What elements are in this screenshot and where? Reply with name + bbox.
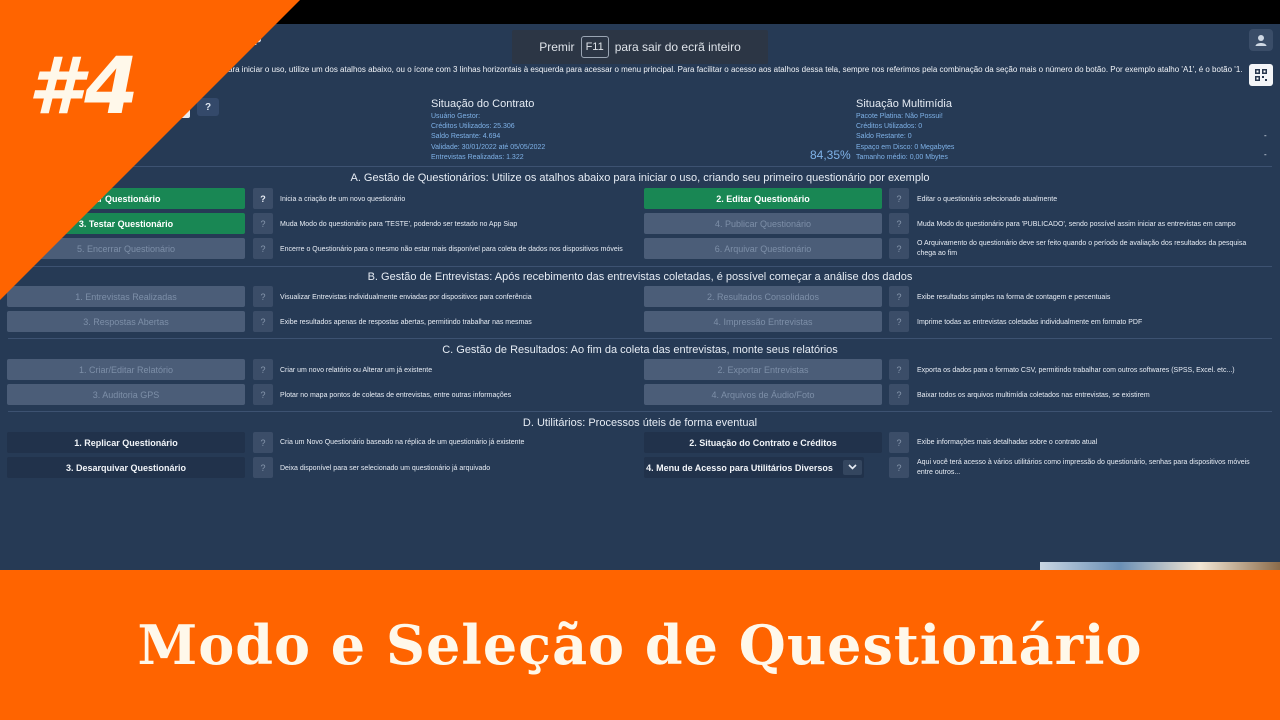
help-button[interactable]: ? [889, 188, 909, 209]
contract-line: Usuário Gestor: [431, 113, 481, 120]
intro-text: ara iniciar o uso, utilize um dos atalho… [228, 65, 1243, 74]
help-button[interactable]: ? [889, 384, 909, 405]
title-banner: Modo e Seleção de Questionário [0, 570, 1280, 720]
description: Editar o questionário selecionado atualm… [917, 196, 1058, 203]
open-answers-button[interactable]: 3. Respostas Abertas [7, 311, 245, 332]
multimedia-status-title: Situação Multimídia [856, 98, 952, 110]
multimedia-status: Situação Multimídia Pacote Platina: Não … [856, 98, 954, 163]
help-button[interactable]: ? [889, 432, 909, 453]
unarchive-questionnaire-button[interactable]: 3. Desarquivar Questionário [7, 457, 245, 478]
media-files-button[interactable]: 4. Arquivos de Áudio/Foto [644, 384, 882, 405]
section-c-title: C. Gestão de Resultados: Ao fim da colet… [442, 344, 838, 356]
description: Exibe resultados apenas de respostas abe… [280, 319, 532, 326]
help-button[interactable]: ? [889, 457, 909, 478]
description: Exporta os dados para o formato CSV, per… [917, 367, 1235, 374]
contract-percent: 84,35% [810, 148, 851, 162]
f11-key: F11 [580, 36, 609, 58]
help-button[interactable]: ? [253, 457, 273, 478]
description: Exibe informações mais detalhadas sobre … [917, 439, 1098, 446]
gps-audit-button[interactable]: 3. Auditoria GPS [7, 384, 245, 405]
multimedia-line: Pacote Platina: Não Possui! [856, 113, 943, 120]
print-interviews-button[interactable]: 4. Impressão Entrevistas [644, 311, 882, 332]
section-d-title: D. Utilitários: Processos úteis de forma… [522, 417, 758, 429]
fullscreen-hint-suffix: para sair do ecrã inteiro [614, 40, 741, 54]
create-report-button[interactable]: 1. Criar/Editar Relatório [7, 359, 245, 380]
export-interviews-button[interactable]: 2. Exportar Entrevistas [644, 359, 882, 380]
chevron-down-icon [842, 460, 862, 475]
video-frame: P Premir F11 para sair do ecrã inteiro a… [0, 0, 1280, 720]
edit-questionnaire-button[interactable]: 2. Editar Questionário [644, 188, 882, 209]
divider [8, 411, 1272, 412]
description: Aqui você terá acesso à vários utilitári… [917, 459, 1250, 476]
user-avatar-icon[interactable] [1249, 29, 1273, 51]
description: Imprime todas as entrevistas coletadas i… [917, 319, 1143, 326]
divider [8, 338, 1272, 339]
help-button[interactable]: ? [889, 238, 909, 259]
contract-line: Créditos Utilizados: 25.306 [431, 123, 515, 131]
multimedia-dash: - [1264, 131, 1267, 140]
contract-line: Entrevistas Realizadas: 1.322 [431, 153, 524, 161]
webcam-strip [1040, 562, 1280, 570]
fullscreen-hint: Premir F11 para sair do ecrã inteiro [512, 30, 768, 64]
utilities-menu-label: 4. Menu de Acesso para Utilitários Diver… [646, 462, 833, 473]
contract-status-button[interactable]: 2. Situação do Contrato e Créditos [644, 432, 882, 453]
description: O Arquivamento do questionário deve ser … [917, 240, 1247, 257]
replicate-questionnaire-button[interactable]: 1. Replicar Questionário [7, 432, 245, 453]
utilities-menu-dropdown[interactable]: 4. Menu de Acesso para Utilitários Diver… [644, 457, 864, 478]
description: Deixa disponível para ser selecionado um… [280, 465, 491, 472]
description: Muda Modo do questionário para 'PUBLICAD… [917, 221, 1236, 228]
help-button[interactable]: ? [889, 286, 909, 307]
multimedia-line: Espaço em Disco: 0 Megabytes [856, 143, 955, 151]
description: Baixar todos os arquivos multimídia cole… [917, 392, 1150, 399]
contract-line: Saldo Restante: 4.694 [431, 133, 501, 141]
help-button[interactable]: ? [889, 359, 909, 380]
contract-status-title: Situação do Contrato [431, 98, 535, 110]
description: Plotar no mapa pontos de coletas de entr… [280, 392, 512, 399]
multimedia-dash: - [1264, 150, 1267, 159]
contract-status: Situação do Contrato Usuário Gestor: Cré… [431, 98, 545, 163]
archive-questionnaire-button[interactable]: 6. Arquivar Questionário [644, 238, 882, 259]
description: Criar um novo relatório ou Alterar um já… [280, 367, 433, 374]
description: Cria um Novo Questionário baseado na rép… [280, 439, 525, 446]
help-button[interactable]: ? [253, 311, 273, 332]
episode-number: #4 [28, 42, 141, 132]
help-button[interactable]: ? [253, 384, 273, 405]
help-button[interactable]: ? [889, 213, 909, 234]
banner-title: Modo e Seleção de Questionário [137, 613, 1143, 677]
consolidated-results-button[interactable]: 2. Resultados Consolidados [644, 286, 882, 307]
description: Encerre o Questionário para o mesmo não … [280, 246, 623, 253]
qr-code-icon[interactable] [1249, 64, 1273, 86]
description: Muda Modo do questionário para 'TESTE', … [280, 221, 518, 228]
description: Visualizar Entrevistas individualmente e… [280, 294, 532, 301]
publish-questionnaire-button[interactable]: 4. Publicar Questionário [644, 213, 882, 234]
multimedia-line: Créditos Utilizados: 0 [856, 123, 923, 131]
fullscreen-hint-prefix: Premir [539, 40, 575, 54]
description: Exibe resultados simples na forma de con… [917, 294, 1111, 301]
multimedia-line: Saldo Restante: 0 [856, 133, 912, 141]
multimedia-line: Tamanho médio: 0,00 Mbytes [856, 153, 948, 161]
contract-line: Validade: 30/01/2022 até 05/05/2022 [431, 143, 546, 151]
help-button[interactable]: ? [253, 359, 273, 380]
help-button[interactable]: ? [253, 432, 273, 453]
help-button[interactable]: ? [889, 311, 909, 332]
